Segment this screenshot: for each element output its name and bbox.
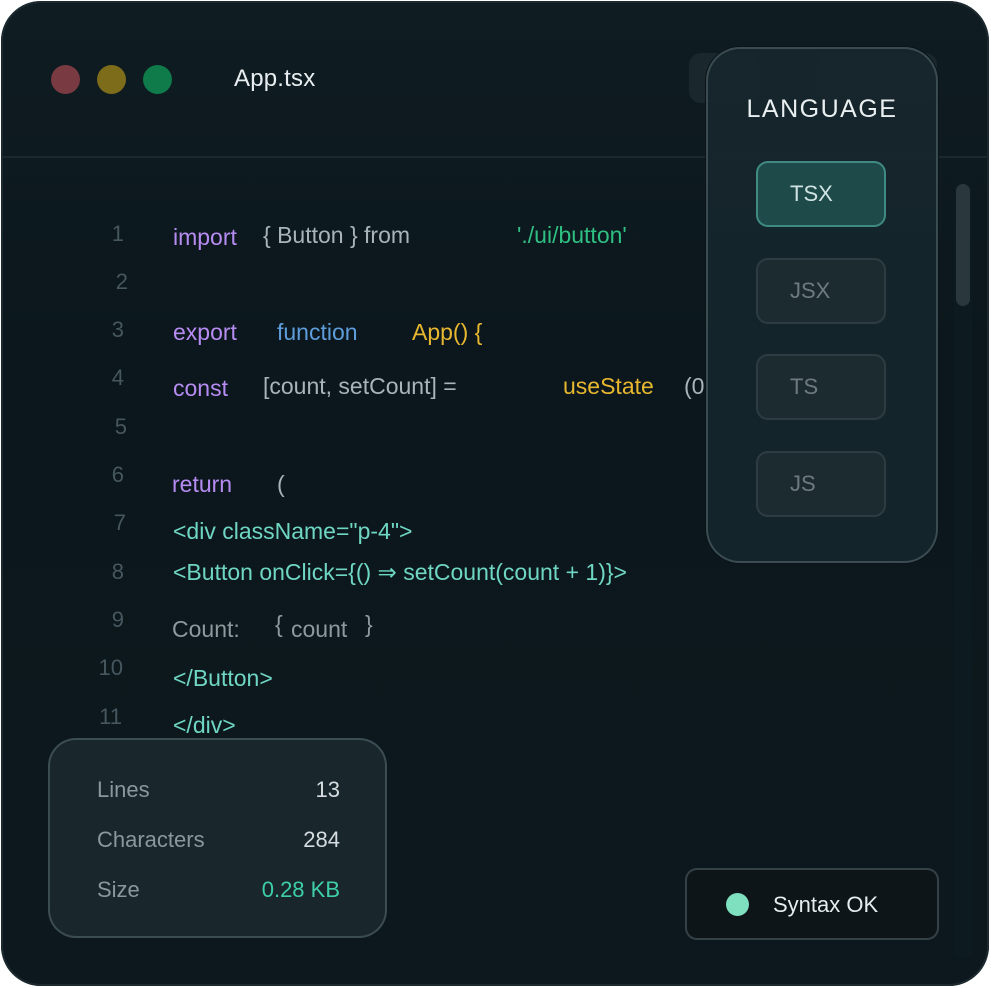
status-text: Syntax OK bbox=[773, 892, 879, 917]
code-text: count bbox=[291, 616, 348, 642]
line-number: 6 bbox=[111, 462, 124, 487]
line-number: 7 bbox=[113, 510, 126, 535]
language-option-tsx[interactable]: TSX bbox=[756, 161, 886, 227]
status-indicator-icon bbox=[726, 893, 749, 916]
line-number: 4 bbox=[111, 365, 124, 390]
line-number: 10 bbox=[98, 655, 123, 680]
language-panel: LANGUAGE TSX JSX TS JS bbox=[706, 47, 938, 563]
characters-value: 284 bbox=[303, 827, 340, 852]
code-text: } bbox=[365, 611, 373, 637]
code-keyword: return bbox=[172, 471, 233, 497]
code-jsx: <Button onClick={() ⇒ setCount(count + 1… bbox=[173, 559, 627, 585]
lines-label: Lines bbox=[97, 777, 150, 802]
line-number: 2 bbox=[115, 269, 128, 294]
line-number: 9 bbox=[111, 607, 124, 632]
code-identifier: App() { bbox=[412, 319, 483, 345]
code-jsx: </Button> bbox=[173, 665, 273, 691]
file-title: App.tsx bbox=[234, 65, 316, 92]
minimize-window-button[interactable] bbox=[97, 65, 126, 94]
code-text: ( bbox=[277, 471, 285, 497]
code-text: { Button } from bbox=[263, 222, 411, 248]
syntax-status: Syntax OK bbox=[685, 868, 939, 940]
language-option-jsx[interactable]: JSX bbox=[756, 258, 886, 324]
line-number: 5 bbox=[114, 414, 127, 439]
language-option-ts[interactable]: TS bbox=[756, 354, 886, 420]
file-stats-panel: Lines 13 Characters 284 Size 0.28 KB bbox=[48, 738, 387, 938]
code-identifier: useState bbox=[563, 373, 654, 399]
code-text: Count: bbox=[172, 616, 240, 642]
code-jsx: <div className="p-4"> bbox=[173, 518, 413, 544]
code-keyword: export bbox=[173, 319, 237, 345]
code-keyword: const bbox=[173, 375, 228, 401]
code-text: { bbox=[275, 611, 283, 637]
language-panel-title: LANGUAGE bbox=[746, 95, 898, 123]
close-window-button[interactable] bbox=[51, 65, 80, 94]
code-keyword: import bbox=[173, 224, 237, 250]
lines-value: 13 bbox=[315, 777, 340, 802]
code-keyword: function bbox=[277, 319, 358, 345]
size-label: Size bbox=[97, 877, 140, 902]
code-jsx: </div> bbox=[173, 712, 236, 738]
editor-window: App.tsx 1 2 3 4 5 6 7 8 9 10 11 import {… bbox=[1, 1, 989, 986]
line-number: 8 bbox=[111, 559, 124, 584]
characters-label: Characters bbox=[97, 827, 205, 852]
line-number: 1 bbox=[111, 221, 124, 246]
code-text: [count, setCount] = bbox=[263, 373, 457, 399]
language-option-js[interactable]: JS bbox=[756, 451, 886, 517]
maximize-window-button[interactable] bbox=[143, 65, 172, 94]
code-string: './ui/button' bbox=[517, 222, 627, 248]
line-number: 11 bbox=[99, 704, 122, 729]
line-number: 3 bbox=[111, 317, 124, 342]
code-text: (0 bbox=[684, 373, 705, 399]
size-value: 0.28 KB bbox=[261, 877, 340, 902]
scrollbar-thumb[interactable] bbox=[956, 184, 970, 306]
